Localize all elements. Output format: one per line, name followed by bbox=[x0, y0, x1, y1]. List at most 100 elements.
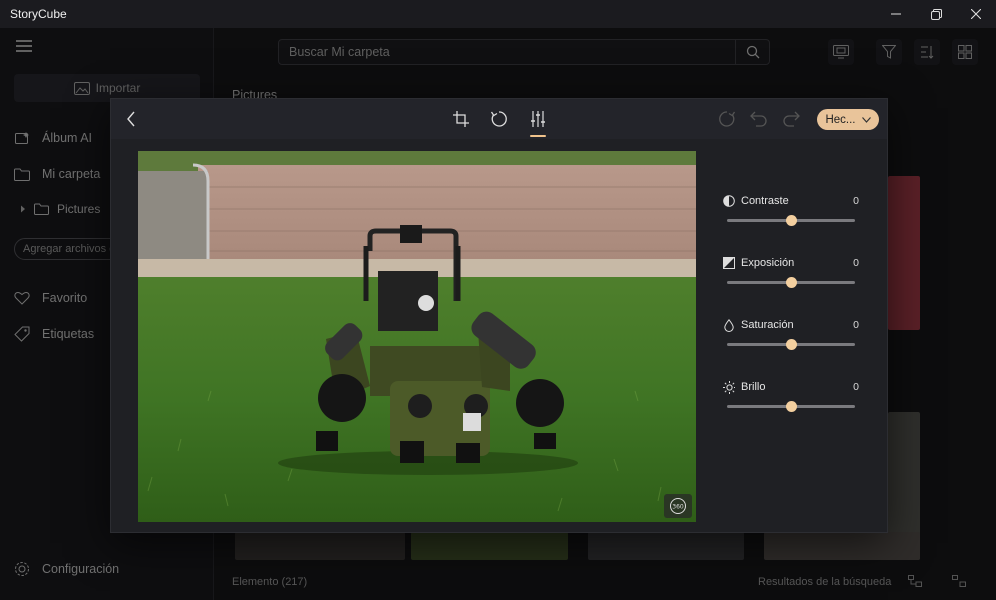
photo-thumbnail[interactable] bbox=[588, 532, 744, 560]
contrast-label: Contraste bbox=[741, 195, 789, 207]
sidebar-item-album-ai[interactable]: Álbum AI bbox=[14, 124, 92, 152]
exposure-icon bbox=[723, 257, 735, 269]
done-label: Hec... bbox=[825, 113, 856, 126]
back-button[interactable] bbox=[119, 107, 143, 131]
view-toggle-button[interactable] bbox=[904, 572, 926, 590]
brightness-label: Brillo bbox=[741, 381, 766, 393]
tree-view-icon bbox=[908, 575, 922, 587]
contrast-icon bbox=[723, 195, 735, 207]
view-360-icon: 360 bbox=[670, 498, 686, 514]
search-icon bbox=[746, 45, 759, 59]
photo-preview: 360 bbox=[138, 151, 696, 522]
grid-view-button[interactable] bbox=[952, 39, 978, 65]
redo-icon bbox=[783, 111, 800, 127]
sidebar-item-etiquetas[interactable]: Etiquetas bbox=[14, 320, 94, 348]
import-label: Importar bbox=[95, 81, 141, 95]
title-bar: StoryCube bbox=[0, 0, 996, 28]
search-input[interactable] bbox=[289, 45, 709, 59]
sidebar-item-mi-carpeta[interactable]: Mi carpeta bbox=[14, 160, 100, 188]
window-title: StoryCube bbox=[10, 7, 67, 21]
minimize-icon bbox=[891, 13, 901, 15]
svg-text:360: 360 bbox=[672, 504, 684, 511]
slideshow-button[interactable] bbox=[828, 39, 854, 65]
view-toggle-button[interactable] bbox=[948, 572, 970, 590]
restore-icon bbox=[930, 8, 942, 20]
filter-button[interactable] bbox=[876, 39, 902, 65]
settings-label: Configuración bbox=[42, 562, 120, 576]
search-button[interactable] bbox=[735, 40, 769, 64]
folder-tree-item-pictures[interactable]: Pictures bbox=[20, 202, 100, 216]
undo-button[interactable] bbox=[747, 107, 771, 131]
saturation-label: Saturación bbox=[741, 319, 794, 331]
saturation-control: Saturación 0 bbox=[723, 318, 863, 381]
item-count: Elemento (217) bbox=[232, 576, 308, 588]
refresh-icon bbox=[719, 111, 736, 127]
sidebar-item-label: Álbum AI bbox=[42, 131, 93, 145]
contrast-slider[interactable] bbox=[727, 215, 855, 226]
settings-button[interactable]: Configuración bbox=[14, 561, 119, 577]
sort-icon bbox=[921, 46, 934, 59]
chevron-right-icon bbox=[21, 205, 25, 213]
sidebar-item-label: Etiquetas bbox=[42, 327, 95, 341]
sidebar-item-favorito[interactable]: Favorito bbox=[14, 284, 87, 312]
brightness-value: 0 bbox=[853, 381, 859, 393]
gear-icon bbox=[15, 562, 29, 576]
close-icon bbox=[971, 9, 981, 19]
photo-thumbnail[interactable] bbox=[764, 532, 920, 560]
contrast-value: 0 bbox=[853, 195, 859, 207]
crop-button[interactable] bbox=[449, 107, 473, 131]
minimize-button[interactable] bbox=[876, 0, 916, 28]
contrast-slider-thumb[interactable] bbox=[785, 215, 797, 226]
photo-thumbnail[interactable] bbox=[235, 532, 405, 560]
sort-button[interactable] bbox=[914, 39, 940, 65]
search-results-label: Resultados de la búsqueda bbox=[758, 576, 892, 588]
undo-icon bbox=[750, 111, 767, 127]
exposure-control: Exposición 0 bbox=[723, 257, 863, 319]
exposure-slider-thumb[interactable] bbox=[785, 277, 797, 288]
restore-button[interactable] bbox=[916, 0, 956, 28]
saturation-icon bbox=[723, 318, 735, 332]
brightness-icon bbox=[723, 380, 735, 394]
brightness-control: Brillo 0 bbox=[723, 380, 863, 443]
saturation-slider-thumb[interactable] bbox=[785, 339, 797, 350]
saturation-value: 0 bbox=[853, 319, 859, 331]
brightness-slider[interactable] bbox=[727, 401, 855, 412]
crop-icon bbox=[453, 111, 469, 127]
view-360-button[interactable]: 360 bbox=[664, 494, 692, 518]
image-icon bbox=[73, 81, 90, 95]
contrast-control: Contraste 0 bbox=[723, 195, 863, 257]
window-controls bbox=[876, 0, 996, 28]
slideshow-icon bbox=[833, 45, 849, 59]
reset-button[interactable] bbox=[715, 107, 739, 131]
chevron-down-icon bbox=[861, 116, 871, 123]
exposure-label: Exposición bbox=[741, 257, 795, 269]
rotate-icon bbox=[490, 111, 507, 127]
adjustments-panel: Contraste 0 Exposición 0 Saturación 0 Br… bbox=[723, 195, 863, 443]
folder-icon bbox=[14, 166, 30, 182]
close-button[interactable] bbox=[956, 0, 996, 28]
folder-icon bbox=[34, 203, 49, 215]
redo-button[interactable] bbox=[779, 107, 803, 131]
photo-thumbnail[interactable] bbox=[888, 176, 920, 330]
sidebar-item-label: Favorito bbox=[42, 291, 88, 305]
robot-dog-photo bbox=[138, 151, 696, 522]
tag-icon bbox=[14, 326, 30, 342]
filter-icon bbox=[882, 45, 896, 59]
hamburger-menu-icon[interactable] bbox=[16, 40, 32, 52]
adjust-button[interactable] bbox=[526, 107, 550, 137]
editor-toolbar: Hec... bbox=[111, 99, 887, 139]
exposure-value: 0 bbox=[853, 257, 859, 269]
done-button[interactable]: Hec... bbox=[817, 109, 879, 130]
heart-icon bbox=[14, 290, 30, 306]
grid-icon bbox=[958, 45, 972, 59]
brightness-slider-thumb[interactable] bbox=[785, 401, 797, 412]
photo-thumbnail[interactable] bbox=[411, 532, 568, 560]
saturation-slider[interactable] bbox=[727, 339, 855, 350]
album-ai-icon bbox=[14, 130, 30, 146]
search-bar bbox=[278, 39, 770, 65]
chevron-left-icon bbox=[127, 111, 135, 127]
folder-tree-label: Pictures bbox=[57, 202, 101, 216]
exposure-slider[interactable] bbox=[727, 277, 855, 288]
rotate-button[interactable] bbox=[487, 107, 511, 131]
sidebar-item-label: Mi carpeta bbox=[42, 167, 101, 181]
